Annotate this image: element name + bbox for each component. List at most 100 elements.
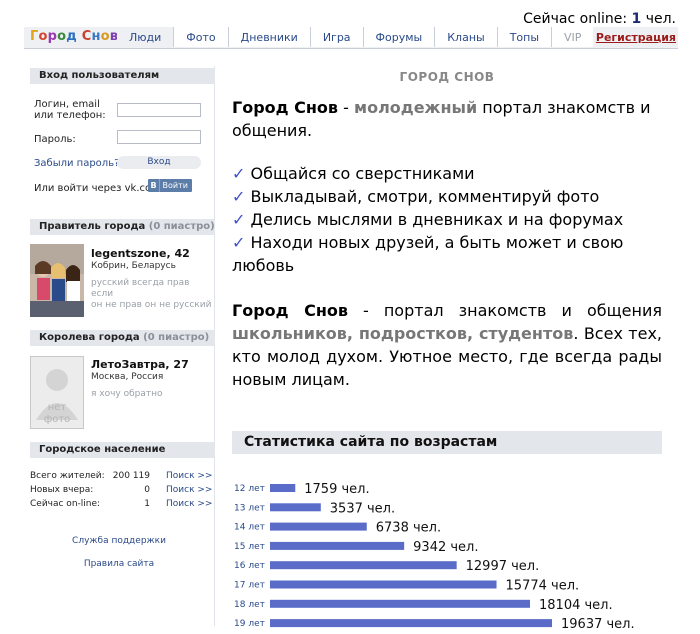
population-value: 200 119: [112, 471, 150, 481]
tab-forums[interactable]: Форумы: [362, 27, 435, 47]
age-label: 14 лет: [234, 523, 265, 533]
feature-item: ✓ Находи новых друзей, а быть может и св…: [232, 231, 662, 277]
queen-name[interactable]: ЛетоЗавтра, 27: [91, 358, 189, 371]
population-label: Сейчас on-line:: [30, 499, 101, 509]
age-stats-chart: 12 лет 1759 чел. 13 лет 3537 чел. 14 лет 6738…: [234, 482, 635, 632]
age-value-label: 12997 чел.: [466, 559, 540, 574]
population-label: Новых вчера:: [30, 485, 94, 495]
vk-login-label: Войти: [162, 181, 188, 190]
age-value-label: 1759 чел.: [304, 482, 369, 497]
support-link[interactable]: Служба поддержки: [24, 536, 214, 546]
feature-item: ✓ Выкладывай, смотри, комментируй фото: [232, 185, 662, 208]
about-text-a: - портал знакомств и общения: [348, 301, 662, 320]
population-search-link[interactable]: Поиск >>: [166, 471, 212, 481]
about-highlight: школьников, подростков, студентов: [232, 324, 574, 343]
login-header: Вход пользователям: [30, 68, 215, 84]
age-bar: [270, 599, 530, 608]
page-title: ГОРОД СНОВ: [399, 70, 495, 84]
top-navigation: Город Снов Люди Фото Дневники Игра Форум…: [24, 27, 678, 49]
checkmark-icon: ✓: [232, 187, 246, 206]
vk-login-text: Или войти через vk.com:: [34, 183, 165, 194]
checkmark-icon: ✓: [232, 210, 246, 229]
ruler-photo[interactable]: [30, 244, 84, 317]
password-input[interactable]: [117, 130, 201, 144]
population-row-online: Сейчас on-line: 1 Поиск >>: [30, 499, 214, 509]
queen-city: Москва, Россия: [91, 372, 164, 382]
feature-list: ✓ Общайся со сверстниками ✓ Выкладывай, …: [232, 162, 662, 277]
sidebar: Вход пользователям Логин, email или теле…: [24, 66, 215, 626]
tab-vip[interactable]: VIP: [551, 27, 594, 47]
stats-header: Статистика сайта по возрастам: [232, 431, 662, 454]
age-bar: [270, 541, 405, 550]
ruler-city: Кобрин, Беларусь: [91, 261, 176, 271]
tab-clans[interactable]: Кланы: [434, 27, 497, 47]
rules-link[interactable]: Правила сайта: [24, 559, 214, 569]
age-bar: [270, 522, 367, 531]
ruler-header: Правитель города (0 пиастро): [30, 219, 215, 235]
online-prefix: Сейчас online:: [523, 11, 628, 27]
ruler-quote-line2: он не прав он не русский: [91, 300, 212, 310]
feature-text: Выкладывай, смотри, комментируй фото: [250, 187, 600, 206]
age-bar: [270, 619, 553, 628]
age-value-label: 18104 чел.: [539, 598, 613, 613]
population-label: Всего жителей:: [30, 471, 105, 481]
login-label-line2: или телефон:: [34, 110, 106, 121]
age-label: 16 лет: [234, 561, 265, 571]
population-search-link[interactable]: Поиск >>: [166, 499, 212, 509]
age-label: 12 лет: [234, 484, 265, 494]
age-value-label: 19637 чел.: [561, 617, 635, 632]
age-value-label: 3537 чел.: [330, 501, 395, 516]
age-bar: [270, 561, 457, 570]
tab-diaries[interactable]: Дневники: [227, 27, 310, 47]
vk-login-button[interactable]: В Войти: [148, 179, 192, 192]
tab-people[interactable]: Люди: [117, 27, 174, 47]
age-label: 15 лет: [234, 542, 265, 552]
login-label-line1: Логин, email: [34, 99, 100, 110]
intro-paragraph: Город Снов - молодежный портал знакомств…: [232, 96, 662, 142]
register-link[interactable]: Регистрация: [596, 31, 676, 44]
checkmark-icon: ✓: [232, 233, 246, 252]
feature-text: Находи новых друзей, а быть может и свою…: [232, 233, 624, 275]
login-label: Логин, email или телефон:: [34, 99, 106, 121]
population-row-new: Новых вчера: 0 Поиск >>: [30, 485, 214, 495]
population-value: 1: [144, 499, 150, 509]
about-paragraph: Город Снов - портал знакомств и общения …: [232, 299, 662, 391]
ruler-name[interactable]: legentszone, 42: [91, 247, 190, 260]
ruler-points: (0 пиастро): [148, 221, 215, 232]
age-label: 17 лет: [234, 581, 265, 591]
checkmark-icon: ✓: [232, 164, 246, 183]
age-label: 19 лет: [234, 619, 265, 629]
forgot-password-link[interactable]: Забыли пароль?: [34, 158, 119, 169]
feature-text: Делись мыслями в дневниках и на форумах: [250, 210, 624, 229]
population-row-total: Всего жителей: 200 119 Поиск >>: [30, 471, 214, 481]
ruler-title: Правитель города: [39, 221, 146, 232]
login-button[interactable]: Вход: [117, 156, 201, 169]
online-count: 1: [631, 11, 642, 27]
queen-no-photo[interactable]: нет фото: [30, 356, 84, 429]
tab-game[interactable]: Игра: [309, 27, 363, 47]
age-bar: [270, 580, 497, 589]
online-counter: Сейчас online: 1 чел.: [523, 11, 676, 27]
age-value-label: 15774 чел.: [506, 579, 580, 594]
population-header: Городское население: [30, 442, 215, 458]
feature-text: Общайся со сверстниками: [250, 164, 475, 183]
queen-points: (0 пиастро): [143, 332, 210, 343]
queen-title: Королева города: [39, 332, 140, 343]
age-bar: [270, 503, 321, 512]
ruler-quote-line1: русский всегда прав если: [91, 278, 190, 299]
age-label: 13 лет: [234, 503, 265, 513]
site-logo[interactable]: Город Снов: [30, 29, 118, 44]
no-photo-text-1: нет: [48, 402, 67, 413]
vk-icon: В: [148, 179, 160, 192]
about-site-name: Город Снов: [232, 301, 348, 320]
tab-tops[interactable]: Топы: [496, 27, 552, 47]
intro-highlight: молодежный: [354, 98, 478, 117]
feature-item: ✓ Делись мыслями в дневниках и на форума…: [232, 208, 662, 231]
nav-tabs: Люди Фото Дневники Игра Форумы Кланы Топ…: [117, 27, 594, 48]
population-value: 0: [144, 485, 150, 495]
population-search-link[interactable]: Поиск >>: [166, 485, 212, 495]
tab-photo[interactable]: Фото: [173, 27, 228, 47]
login-input[interactable]: [117, 103, 201, 117]
ruler-quote: русский всегда прав если он не прав он н…: [91, 278, 214, 311]
intro-site-name: Город Снов: [232, 98, 339, 117]
